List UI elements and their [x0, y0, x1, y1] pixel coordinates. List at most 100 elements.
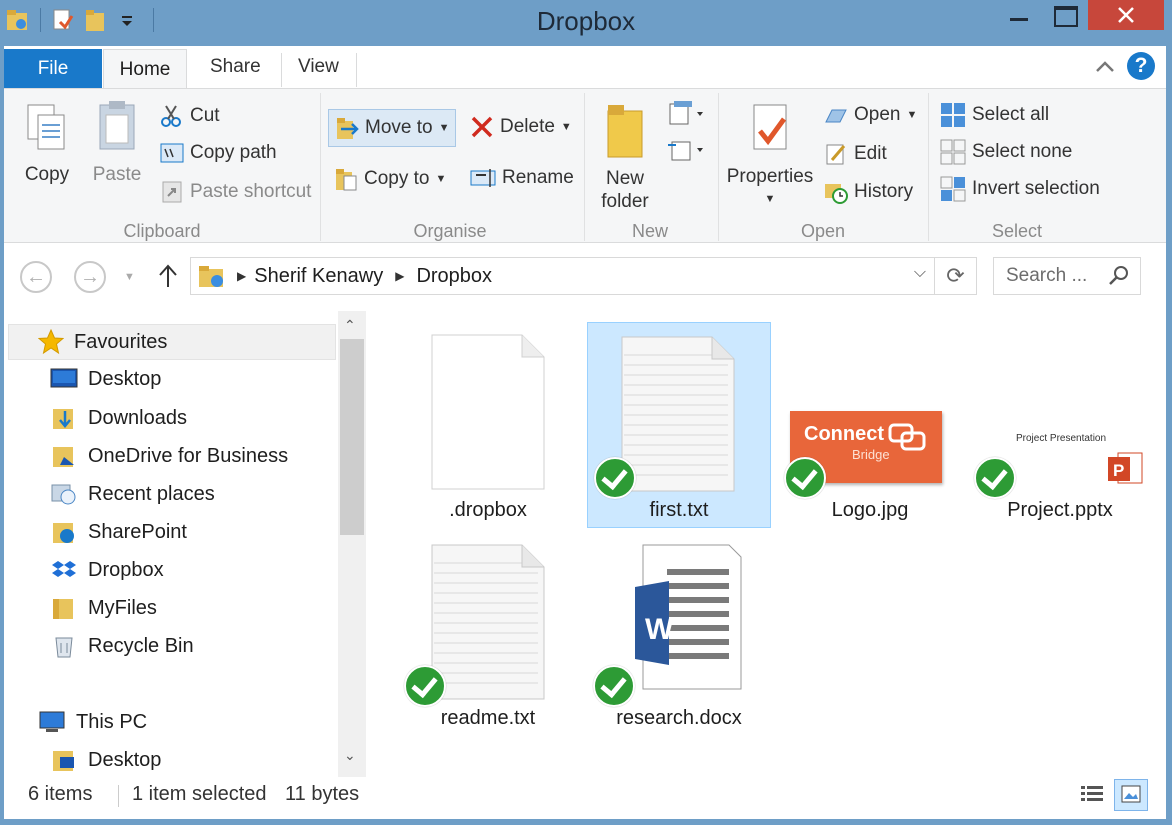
history-label: History [854, 181, 914, 202]
tab-share[interactable]: Share [210, 56, 261, 78]
paste-button[interactable]: Paste [88, 99, 146, 186]
clipboard-group-label: Clipboard [123, 221, 201, 241]
large-icons-view-button[interactable] [1114, 779, 1148, 811]
group-divider [320, 93, 321, 241]
file-item-project-pptx[interactable]: Project Presentation P Project.pptx [968, 323, 1152, 529]
invert-selection-button[interactable]: Invert selection [940, 176, 1100, 202]
copy-button[interactable]: Copy [18, 99, 76, 186]
nav-item-pc-desktop[interactable]: Desktop [50, 747, 161, 773]
sync-check-icon [404, 665, 446, 707]
sharepoint-folder-icon [53, 523, 74, 543]
new-item-button[interactable] [666, 101, 706, 132]
new-folder-label-1: New [605, 168, 644, 189]
nav-item-onedrive-for-business[interactable]: OneDrive for Business [50, 443, 288, 469]
help-icon[interactable]: ? [1127, 52, 1155, 80]
collapse-ribbon-icon[interactable] [1094, 56, 1116, 83]
scroll-down-icon[interactable]: ⌄ [344, 747, 356, 764]
edit-button[interactable]: Edit [824, 142, 887, 166]
nav-item-sharepoint[interactable]: SharePoint [50, 519, 187, 545]
scissors-icon [161, 105, 181, 127]
move-to-button[interactable]: Move to ▼ [328, 109, 457, 147]
search-input[interactable]: Search ... [993, 257, 1141, 295]
nav-item-myfiles[interactable]: MyFiles [50, 595, 157, 621]
title-bar: Dropbox [0, 0, 1172, 46]
dropbox-folder-icon [199, 266, 223, 287]
nav-item-label: Recycle Bin [88, 634, 194, 657]
group-divider [928, 93, 929, 241]
maximize-button[interactable] [1042, 0, 1088, 30]
forward-button[interactable]: → [74, 261, 106, 293]
up-button[interactable] [156, 261, 180, 296]
delete-button[interactable]: Delete ▼ [470, 115, 572, 139]
cut-button[interactable]: Cut [160, 104, 220, 128]
rename-button[interactable]: Rename [470, 166, 574, 190]
file-item-research-docx[interactable]: W research.docx [587, 533, 771, 739]
nav-item-downloads[interactable]: Downloads [50, 405, 187, 431]
explorer-window: Dropbox File Home Share View ? Copy Past… [0, 0, 1172, 825]
navigation-pane: Favourites Desktop Downloads OneDrive fo… [0, 311, 366, 777]
copy-to-button[interactable]: Copy to ▼ [334, 166, 446, 192]
minimize-button[interactable] [996, 0, 1042, 30]
history-button[interactable]: History [824, 180, 913, 204]
chevron-down-icon: ▼ [438, 122, 450, 134]
back-button[interactable]: ← [20, 261, 52, 293]
sync-check-icon [784, 457, 826, 499]
copy-path-button[interactable]: Copy path [160, 142, 277, 164]
organise-group-label: Organise [413, 221, 487, 241]
select-all-label: Select all [972, 104, 1050, 125]
desktop-icon [50, 368, 78, 388]
select-all-button[interactable]: Select all [940, 102, 1049, 128]
tab-divider [356, 53, 357, 87]
svg-text:P: P [1113, 461, 1124, 480]
paste-shortcut-label: Paste shortcut [190, 181, 312, 202]
open-button[interactable]: Open ▼ [824, 104, 917, 126]
desktop-folder-icon [53, 751, 74, 771]
breadcrumb-dropbox[interactable]: Dropbox [416, 265, 492, 288]
properties-button[interactable]: Properties ▼ [724, 99, 816, 211]
easy-access-icon [668, 141, 703, 161]
file-item-dropbox[interactable]: .dropbox [396, 323, 580, 529]
file-item-logo-jpg[interactable]: Connect Bridge Logo.jpg [778, 323, 962, 529]
file-item-readme-txt[interactable]: readme.txt [396, 533, 580, 739]
tab-view[interactable]: View [298, 56, 339, 78]
new-folder-button[interactable]: New folder [594, 99, 656, 213]
address-bar[interactable]: ▶ Sherif Kenawy ▶ Dropbox ⌵ [190, 257, 935, 295]
select-none-button[interactable]: Select none [940, 139, 1072, 165]
nav-item-dropbox[interactable]: Dropbox [50, 557, 164, 583]
recycle-bin-icon [55, 637, 73, 658]
scrollbar-thumb[interactable] [340, 339, 364, 535]
nav-item-label: Desktop [88, 748, 162, 771]
nav-favourites[interactable]: Favourites [38, 329, 167, 355]
nav-item-label: OneDrive for Business [88, 444, 289, 467]
refresh-button[interactable]: ⟳ [935, 257, 977, 295]
easy-access-button[interactable] [666, 137, 706, 168]
address-dropdown-icon[interactable]: ⌵ [914, 264, 926, 282]
new-folder-label-2: folder [601, 191, 649, 212]
history-icon [825, 184, 848, 204]
tab-home[interactable]: Home [103, 49, 187, 89]
nav-item-desktop[interactable]: Desktop [50, 367, 161, 391]
nav-favourites-label: Favourites [74, 330, 168, 353]
search-placeholder: Search ... [1006, 265, 1088, 286]
window-frame-right [1166, 46, 1172, 825]
scroll-up-icon[interactable]: ⌃ [344, 317, 356, 334]
paste-shortcut-button[interactable]: Paste shortcut [160, 180, 311, 204]
close-button[interactable] [1088, 0, 1164, 30]
open-group-label: Open [800, 221, 846, 241]
file-item-first-txt[interactable]: first.txt [587, 322, 771, 528]
tab-file[interactable]: File [4, 49, 102, 88]
select-all-icon [941, 103, 965, 127]
recent-places-icon [51, 484, 76, 505]
breadcrumb-sherif-kenawy[interactable]: Sherif Kenawy [254, 265, 383, 288]
nav-this-pc[interactable]: This PC [38, 709, 147, 735]
up-arrow-icon [159, 264, 177, 287]
delete-label: Delete [500, 116, 555, 137]
details-view-button[interactable] [1078, 781, 1106, 809]
nav-item-recycle-bin[interactable]: Recycle Bin [50, 633, 194, 659]
select-none-icon [940, 139, 966, 165]
recent-locations-icon[interactable]: ▼ [124, 271, 135, 283]
edit-pencil-icon [826, 144, 846, 165]
sync-check-icon [593, 665, 635, 707]
nav-item-recent-places[interactable]: Recent places [50, 481, 215, 507]
nav-pane-scrollbar[interactable]: ⌃ ⌄ [338, 311, 366, 777]
